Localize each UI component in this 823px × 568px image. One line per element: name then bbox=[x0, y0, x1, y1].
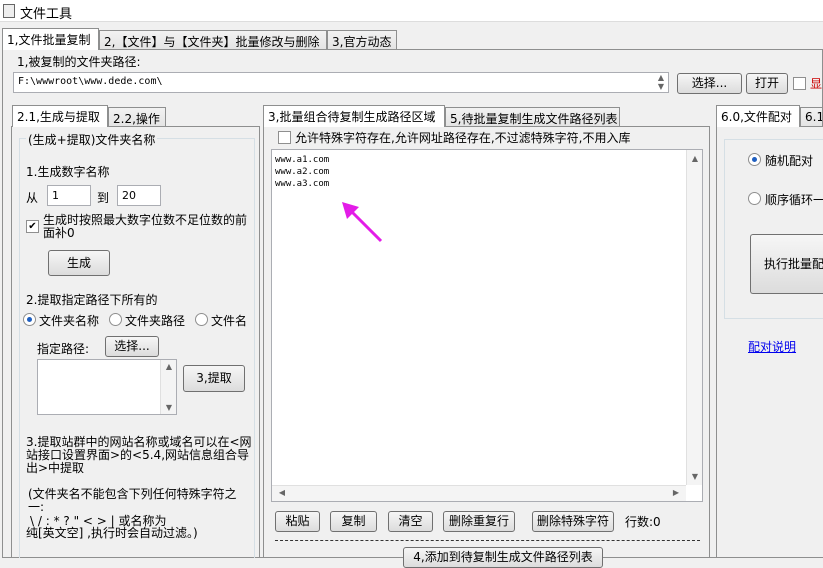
tab-file-pairing[interactable]: 6.0,文件配对 bbox=[716, 105, 800, 127]
path-textarea[interactable]: ▲ ▼ bbox=[37, 359, 177, 415]
group-title: (生成+提取)文件夹名称 bbox=[26, 131, 158, 148]
from-input[interactable]: 1 bbox=[47, 185, 91, 206]
radio-file-name[interactable] bbox=[195, 313, 208, 326]
allow-special-checkbox[interactable] bbox=[278, 131, 291, 144]
scroll-right-icon[interactable]: ▶ bbox=[668, 488, 684, 497]
radio-sequential-pair-label: 顺序循环一 bbox=[765, 193, 823, 207]
radio-folder-name[interactable] bbox=[23, 313, 36, 326]
spin-up-icon[interactable]: ▲ bbox=[653, 73, 669, 82]
scroll-up-icon[interactable]: ▲ bbox=[687, 154, 703, 163]
to-label: 到 bbox=[97, 191, 110, 205]
paste-button[interactable]: 粘贴 bbox=[275, 511, 320, 532]
clear-button[interactable]: 清空 bbox=[388, 511, 433, 532]
combine-area-panel: 允许特殊字符存在,允许网址路径存在,不过滤特殊字符,不用入库 www.a1.co… bbox=[263, 126, 710, 568]
extract-label: 2.提取指定路径下所有的 bbox=[26, 293, 158, 307]
path-scrollbar[interactable]: ▲ ▼ bbox=[160, 360, 176, 414]
list-line: www.a2.com bbox=[275, 167, 330, 177]
tab-generate-extract[interactable]: 2.1,生成与提取 bbox=[12, 105, 108, 127]
generate-button[interactable]: 生成 bbox=[48, 250, 110, 276]
tab-operate[interactable]: 2.2,操作 bbox=[108, 107, 166, 127]
path-select-button[interactable]: 选择... bbox=[105, 336, 159, 357]
pad-zero-checkbox[interactable]: ✔ bbox=[26, 220, 39, 233]
show-checkbox[interactable] bbox=[793, 77, 806, 90]
extract-button[interactable]: 3,提取 bbox=[183, 365, 245, 392]
pointer-arrow-icon bbox=[342, 202, 383, 243]
file-pairing-panel: 随机配对 顺序循环一 执行批量配 配对说明 bbox=[716, 126, 823, 558]
scroll-up-icon[interactable]: ▲ bbox=[161, 362, 177, 371]
pad-zero-label: 生成时按照最大数字位数不足位数的前面补0 bbox=[43, 213, 248, 240]
allow-special-label: 允许特殊字符存在,允许网址路径存在,不过滤特殊字符,不用入库 bbox=[295, 131, 631, 145]
radio-random-pair-label: 随机配对 bbox=[765, 154, 814, 168]
list-horizontal-scrollbar[interactable]: ◀ ▶ bbox=[272, 485, 686, 501]
source-select-button[interactable]: 选择... bbox=[677, 73, 742, 94]
generate-extract-panel: (生成+提取)文件夹名称 1.生成数字名称 从 1 到 20 ✔ 生成时按照最大… bbox=[11, 126, 260, 558]
list-line: www.a1.com bbox=[275, 155, 330, 165]
remove-duplicates-button[interactable]: 删除重复行 bbox=[443, 511, 515, 532]
show-label: 显 bbox=[810, 77, 823, 91]
copy-button[interactable]: 复制 bbox=[330, 511, 377, 532]
tab-copy-list[interactable]: 5,待批量复制生成文件路径列表 bbox=[445, 107, 620, 127]
radio-folder-path-label: 文件夹路径 bbox=[125, 314, 186, 328]
extract-note: 3.提取站群中的网站名称或域名可以在<网站接口设置界面>的<5.4,网站信息组合… bbox=[26, 435, 252, 475]
scroll-left-icon[interactable]: ◀ bbox=[274, 488, 290, 497]
execute-pairing-button[interactable]: 执行批量配 bbox=[750, 234, 823, 294]
auto-filter-note: 纯[英文空] ,执行时会自动过滤。) bbox=[26, 526, 198, 540]
specify-path-label: 指定路径: bbox=[37, 342, 90, 356]
from-label: 从 bbox=[26, 191, 39, 205]
tab-combine-area[interactable]: 3,批量组合待复制生成路径区域 bbox=[263, 105, 445, 127]
pairing-help-link[interactable]: 配对说明 bbox=[748, 338, 796, 355]
line-count: 行数:0 bbox=[625, 515, 661, 529]
generate-numbers-label: 1.生成数字名称 bbox=[26, 165, 110, 179]
open-button[interactable]: 打开 bbox=[746, 73, 788, 94]
radio-random-pair[interactable] bbox=[748, 153, 761, 166]
special-chars-note: (文件夹名不能包含下列任何特殊字符之一: bbox=[28, 487, 237, 514]
radio-sequential-pair[interactable] bbox=[748, 192, 761, 205]
radio-folder-name-label: 文件夹名称 bbox=[39, 314, 100, 328]
scroll-down-icon[interactable]: ▼ bbox=[687, 472, 703, 481]
tab-6-1[interactable]: 6.1 bbox=[800, 107, 823, 127]
spin-down-icon[interactable]: ▼ bbox=[653, 82, 669, 91]
source-path-input[interactable]: F:\wwwroot\www.dede.com\ bbox=[13, 72, 669, 93]
path-list-textarea[interactable]: www.a1.com www.a2.com www.a3.com ▲ ▼ ◀ ▶ bbox=[271, 149, 703, 502]
to-input[interactable]: 20 bbox=[117, 185, 161, 206]
source-path-label: 1,被复制的文件夹路径: bbox=[17, 55, 141, 69]
divider bbox=[275, 540, 700, 541]
remove-special-chars-button[interactable]: 删除特殊字符 bbox=[532, 511, 614, 532]
radio-folder-path[interactable] bbox=[109, 313, 122, 326]
list-vertical-scrollbar[interactable]: ▲ ▼ bbox=[686, 150, 702, 485]
radio-file-name-label: 文件名 bbox=[211, 314, 248, 328]
list-line: www.a3.com bbox=[275, 179, 330, 189]
scroll-down-icon[interactable]: ▼ bbox=[161, 403, 177, 412]
